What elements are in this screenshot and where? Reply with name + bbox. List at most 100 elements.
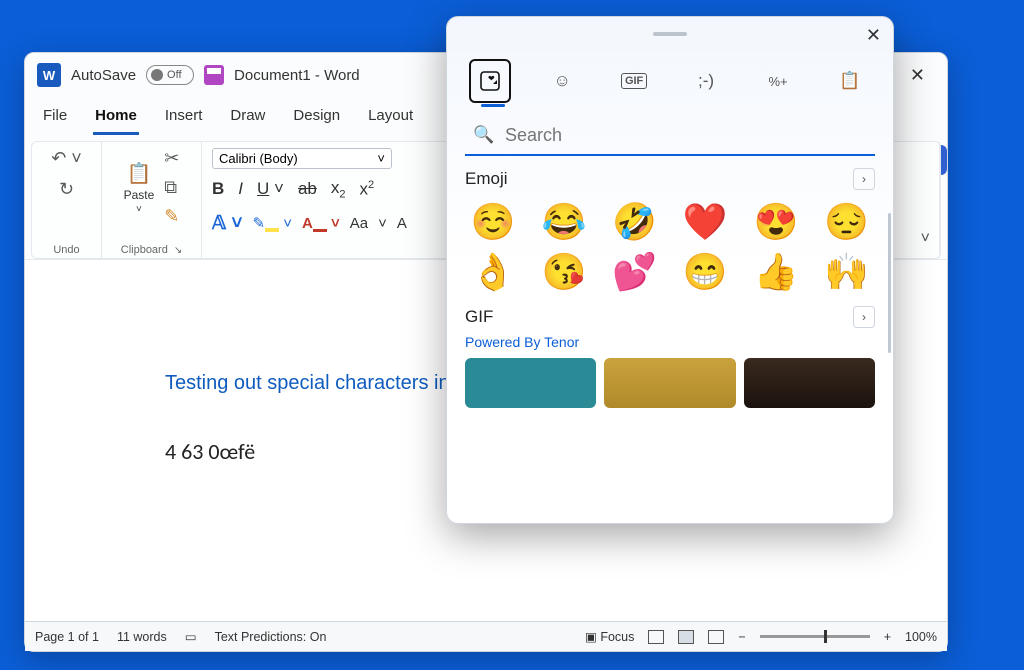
tenor-attribution: Powered By Tenor (465, 328, 875, 358)
gif-icon: GIF (621, 73, 647, 89)
picker-tabs: ❤ ☺ GIF ;-) %+ 📋 (447, 51, 893, 109)
group-undo: ↶ ˅ ↻ Undo (32, 142, 102, 258)
emoji-item[interactable]: 😁 (677, 254, 734, 290)
gif-row (447, 358, 893, 408)
underline-button[interactable]: U ˅ (257, 179, 284, 199)
statusbar: Page 1 of 1 11 words ▭ Text Predictions:… (25, 621, 947, 651)
tab-draw[interactable]: Draw (228, 103, 267, 135)
zoom-slider[interactable] (760, 635, 870, 638)
superscript-button[interactable]: x2 (360, 179, 375, 200)
emoji-expand-button[interactable]: › (853, 168, 875, 190)
group-clipboard: 📋 Paste ˅ ✂ ⧉ ✎ Clipboard ↘ (102, 142, 202, 258)
status-wordcount[interactable]: 11 words (117, 630, 167, 644)
status-page[interactable]: Page 1 of 1 (35, 630, 99, 644)
text-effects-button[interactable]: 𝔸 ˅ (212, 212, 242, 235)
symbols-icon: %+ (768, 74, 787, 89)
doc-line-1: Testing out special characters in (165, 372, 450, 395)
print-layout-button[interactable] (678, 630, 694, 644)
subscript-button[interactable]: x2 (331, 178, 346, 200)
picker-drag-region[interactable]: ✕ (447, 17, 893, 51)
search-icon: 🔍 (473, 125, 494, 145)
toggle-knob-icon (151, 69, 163, 81)
zoom-out-button[interactable]: − (738, 630, 745, 644)
gif-thumb[interactable] (744, 358, 875, 408)
ribbon-collapse-button[interactable]: ˅ (921, 230, 930, 248)
emoji-item[interactable]: ❤️ (677, 204, 734, 240)
smiley-icon: ☺ (553, 71, 570, 91)
clipboard-icon: 📋 (127, 161, 152, 186)
doc-line-2: 4 63 0œfë (165, 438, 255, 465)
emoji-item[interactable]: ☺️ (465, 204, 522, 240)
emoji-picker: ✕ ❤ ☺ GIF ;-) %+ 📋 🔍 Emoji › ☺️ 😂 🤣 ❤️ 😍… (446, 16, 894, 524)
word-close-button[interactable]: ✕ (900, 61, 935, 90)
emoji-item[interactable]: 👍 (748, 254, 805, 290)
autosave-state: Off (167, 69, 181, 81)
zoom-in-button[interactable]: + (884, 630, 891, 644)
kaomoji-icon: ;-) (698, 71, 714, 91)
focus-mode-button[interactable]: ▣ Focus (585, 629, 634, 644)
paste-button[interactable]: 📋 Paste ˅ (124, 161, 155, 215)
bold-button[interactable]: B (212, 179, 224, 199)
redo-button[interactable]: ↻ (59, 179, 74, 200)
emoji-item[interactable]: 😘 (536, 254, 593, 290)
gif-thumb[interactable] (465, 358, 596, 408)
font-color-button[interactable]: A ˅ (302, 215, 340, 232)
save-icon[interactable] (204, 65, 224, 85)
emoji-item[interactable]: 😂 (536, 204, 593, 240)
clear-formatting-button[interactable]: A (397, 215, 407, 232)
copy-button[interactable]: ⧉ (164, 177, 179, 198)
highlight-button[interactable]: ✎ ˅ (252, 214, 292, 232)
group-clipboard-label: Clipboard (121, 244, 168, 256)
italic-button[interactable]: I (238, 179, 243, 199)
picker-search-input[interactable] (465, 117, 875, 156)
cut-button[interactable]: ✂ (164, 148, 179, 169)
tab-home[interactable]: Home (93, 103, 139, 135)
picker-tab-emoji[interactable]: ☺ (541, 59, 583, 103)
picker-tab-symbols[interactable]: %+ (757, 59, 799, 103)
emoji-item[interactable]: 🤣 (606, 204, 663, 240)
emoji-item[interactable]: 😍 (748, 204, 805, 240)
clipboard-launcher-icon[interactable]: ↘ (174, 245, 182, 256)
web-layout-button[interactable] (708, 630, 724, 644)
spellcheck-icon[interactable]: ▭ (185, 629, 197, 644)
gif-section: GIF › Powered By Tenor (447, 294, 893, 358)
autosave-toggle[interactable]: Off (146, 65, 194, 85)
emoji-grid: ☺️ 😂 🤣 ❤️ 😍 😔 👌 😘 💕 😁 👍 🙌 (465, 190, 875, 294)
zoom-percent[interactable]: 100% (905, 630, 937, 644)
tab-layout[interactable]: Layout (366, 103, 415, 135)
font-name-combo[interactable]: Calibri (Body) ˅ (212, 148, 392, 169)
picker-close-button[interactable]: ✕ (866, 25, 881, 46)
emoji-item[interactable]: 🙌 (818, 254, 875, 290)
gif-expand-button[interactable]: › (853, 306, 875, 328)
zoom-handle-icon (824, 630, 827, 643)
emoji-item[interactable]: 😔 (818, 204, 875, 240)
status-predictions[interactable]: Text Predictions: On (215, 630, 327, 644)
word-logo-icon: W (37, 63, 61, 87)
picker-tab-clipboard[interactable]: 📋 (829, 59, 871, 103)
sticker-heart-icon: ❤ (479, 70, 501, 92)
tab-design[interactable]: Design (291, 103, 342, 135)
svg-text:❤: ❤ (488, 74, 495, 83)
picker-scrollbar[interactable] (888, 213, 891, 353)
font-name-value: Calibri (Body) (219, 151, 298, 166)
emoji-item[interactable]: 👌 (465, 254, 522, 290)
emoji-section: Emoji › ☺️ 😂 🤣 ❤️ 😍 😔 👌 😘 💕 😁 👍 🙌 (447, 156, 893, 294)
format-painter-button[interactable]: ✎ (164, 206, 179, 227)
gif-section-title: GIF (465, 307, 493, 327)
emoji-item[interactable]: 💕 (606, 254, 663, 290)
group-undo-label: Undo (53, 242, 79, 256)
tab-insert[interactable]: Insert (163, 103, 205, 135)
picker-tab-gif[interactable]: GIF (613, 59, 655, 103)
change-case-button[interactable]: Aa (350, 215, 368, 232)
strike-button[interactable]: ab (298, 179, 317, 199)
undo-button[interactable]: ↶ ˅ (51, 148, 82, 169)
tab-file[interactable]: File (41, 103, 69, 135)
read-mode-button[interactable] (648, 630, 664, 644)
paste-label: Paste (124, 188, 155, 202)
clipboard-history-icon: 📋 (839, 71, 860, 91)
picker-tab-recent[interactable]: ❤ (469, 59, 511, 103)
picker-tab-kaomoji[interactable]: ;-) (685, 59, 727, 103)
gif-thumb[interactable] (604, 358, 735, 408)
drag-handle-icon (653, 32, 687, 36)
emoji-section-title: Emoji (465, 169, 508, 189)
